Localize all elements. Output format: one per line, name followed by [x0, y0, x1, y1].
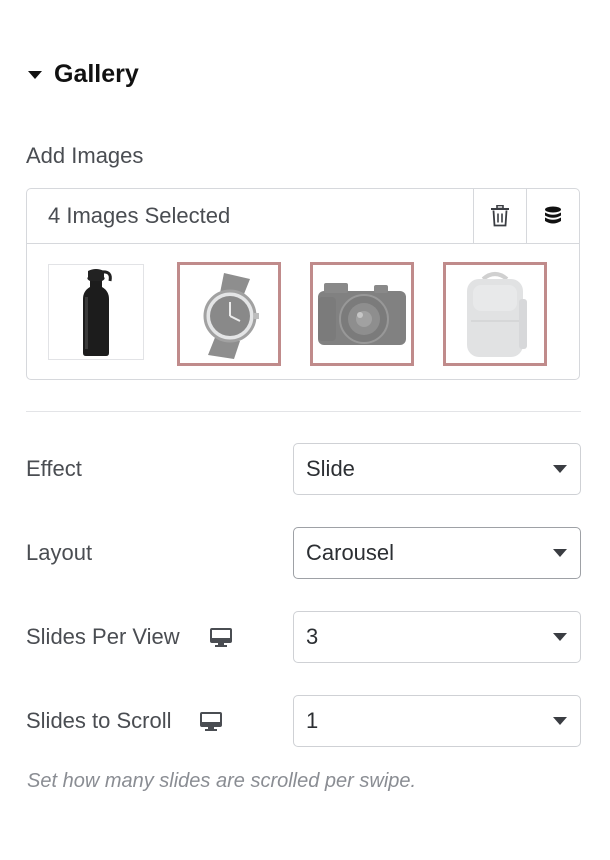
- database-icon: [545, 206, 561, 224]
- slides-to-scroll-label: Slides to Scroll: [26, 708, 222, 734]
- effect-value: Slide: [306, 456, 355, 481]
- image-thumbnail-bottle[interactable]: [48, 264, 144, 360]
- layout-value: Carousel: [306, 540, 395, 565]
- add-images-label: Add Images: [26, 143, 144, 168]
- slides-to-scroll-select[interactable]: 1: [293, 695, 581, 747]
- slides-per-view-label: Slides Per View: [26, 624, 232, 650]
- effect-select[interactable]: Slide: [293, 443, 581, 495]
- gallery-header: 4 Images Selected: [27, 189, 579, 244]
- slides-per-view-value: 3: [306, 624, 319, 649]
- image-thumbnail-backpack[interactable]: [443, 262, 547, 366]
- desktop-icon[interactable]: [209, 627, 232, 647]
- images-selected-count[interactable]: 4 Images Selected: [27, 203, 473, 229]
- remove-images-button[interactable]: [473, 189, 526, 243]
- water-bottle-image: [83, 269, 112, 356]
- chevron-down-icon: [553, 717, 567, 725]
- section-divider: [26, 411, 581, 412]
- backpack-image: [467, 272, 527, 357]
- image-thumbnail-watch[interactable]: [177, 262, 281, 366]
- dynamic-tags-button[interactable]: [526, 189, 579, 243]
- gallery-control: 4 Images Selected: [26, 188, 580, 380]
- gallery-section-toggle[interactable]: Gallery: [28, 60, 139, 89]
- slides-to-scroll-value: 1: [306, 708, 319, 733]
- chevron-down-icon: [553, 633, 567, 641]
- slides-per-view-select[interactable]: 3: [293, 611, 581, 663]
- effect-label: Effect: [26, 456, 82, 482]
- desktop-icon[interactable]: [199, 711, 222, 731]
- caret-down-icon: [28, 70, 42, 79]
- slides-to-scroll-label-text: Slides to Scroll: [26, 708, 172, 733]
- chevron-down-icon: [553, 549, 567, 557]
- layout-label-text: Layout: [26, 540, 93, 565]
- image-thumbnails: [27, 244, 579, 380]
- trash-icon: [491, 205, 509, 227]
- slides-per-view-label-text: Slides Per View: [26, 624, 180, 649]
- layout-select[interactable]: Carousel: [293, 527, 581, 579]
- section-title: Gallery: [54, 60, 139, 88]
- camera-image: [318, 283, 406, 345]
- layout-label: Layout: [26, 540, 92, 566]
- effect-label-text: Effect: [26, 456, 82, 481]
- chevron-down-icon: [553, 465, 567, 473]
- help-text: Set how many slides are scrolled per swi…: [27, 770, 417, 792]
- image-thumbnail-camera[interactable]: [310, 262, 414, 366]
- wristwatch-image: [203, 273, 259, 359]
